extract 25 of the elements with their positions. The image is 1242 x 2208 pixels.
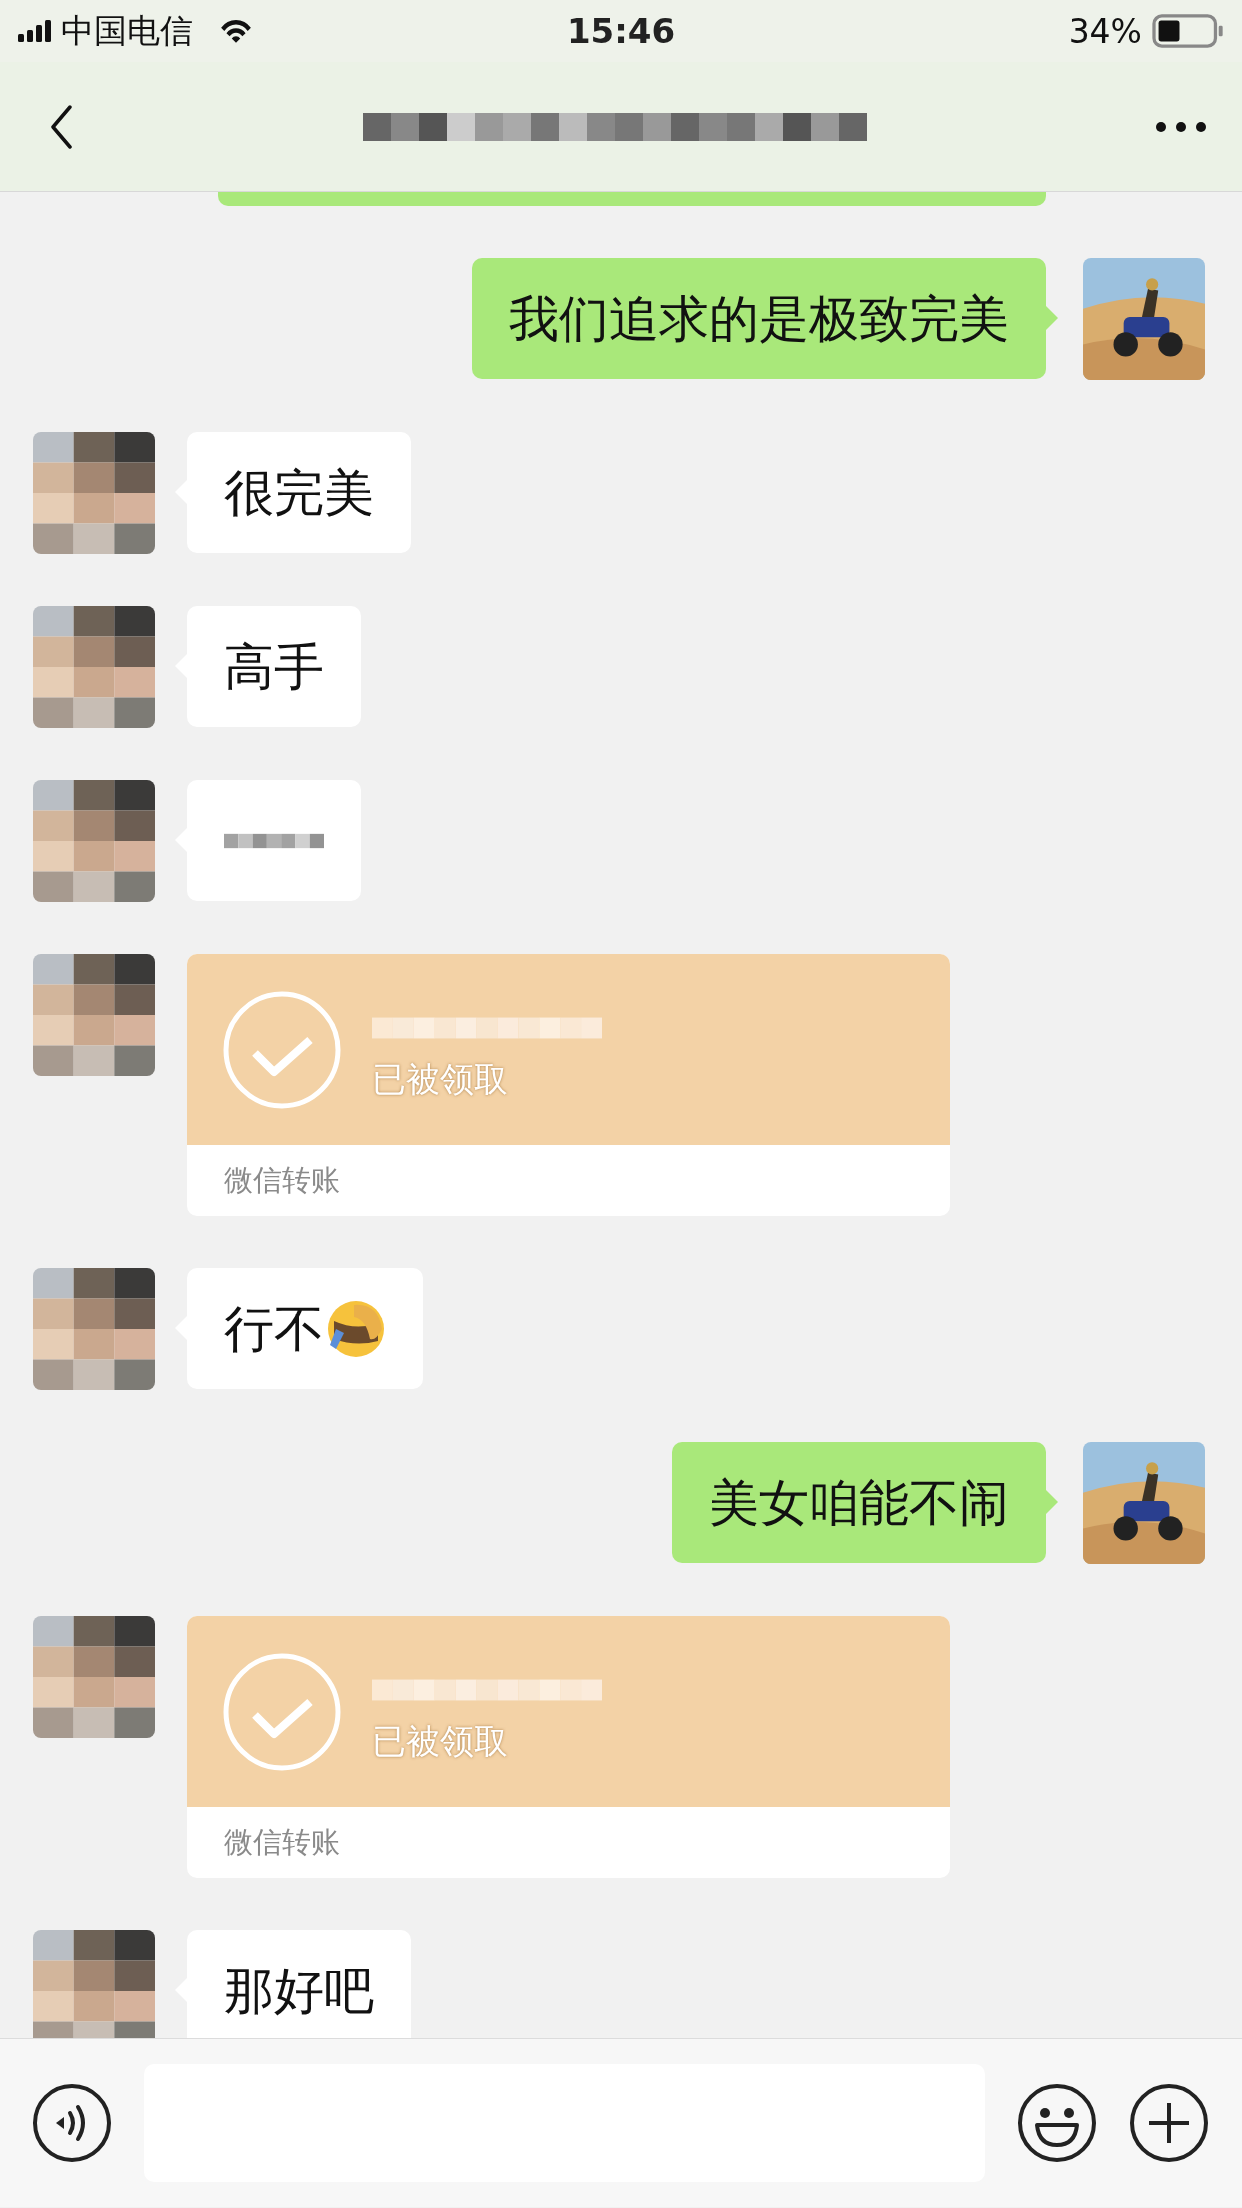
smiley-icon[interactable] (1017, 2083, 1097, 2163)
signal-icon (18, 20, 51, 42)
voice-icon[interactable] (32, 2083, 112, 2163)
back-icon[interactable] (50, 104, 73, 149)
battery-percent: 34% (1068, 11, 1142, 51)
message-text: 那好吧 (224, 1960, 374, 2021)
transfer-card[interactable]: 已被领取 微信转账 (187, 1616, 950, 1878)
transfer-card[interactable]: 已被领取 微信转账 (187, 954, 950, 1216)
battery-icon (1152, 14, 1224, 48)
message-text: 高手 (224, 636, 324, 697)
message-text: 很完美 (224, 462, 374, 523)
transfer-status: 已被领取 (372, 1057, 509, 1101)
transfer-status: 已被领取 (372, 1719, 509, 1763)
status-time: 15:46 (566, 11, 676, 51)
transfer-label: 微信转账 (224, 1823, 340, 1861)
message-text: 美女咱能不闹 (709, 1472, 1009, 1533)
transfer-label: 微信转账 (224, 1161, 340, 1199)
more-icon[interactable] (1156, 121, 1206, 132)
wifi-icon (219, 18, 253, 44)
plus-icon[interactable] (1129, 2083, 1209, 2163)
message-text: 行不 (224, 1298, 324, 1359)
message-text: 我们追求的是极致完美 (509, 288, 1009, 349)
check-circle-icon (222, 989, 342, 1110)
check-circle-icon (222, 1651, 342, 1772)
carrier-name: 中国电信 (61, 9, 193, 52)
